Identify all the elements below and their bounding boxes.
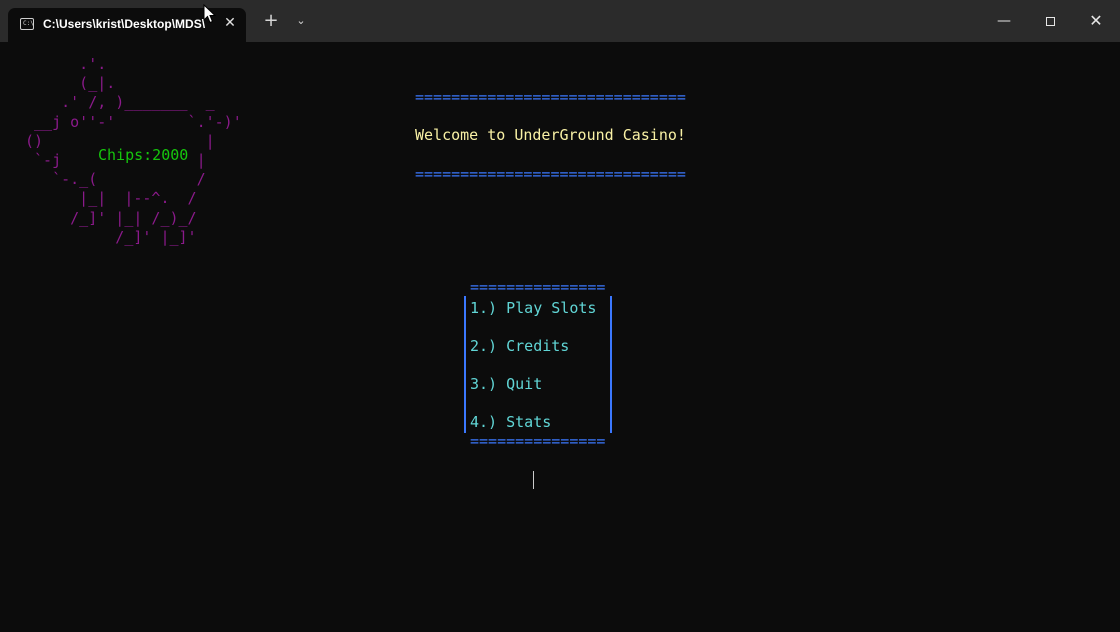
welcome-message: Welcome to UnderGround Casino!	[415, 126, 686, 144]
text-cursor[interactable]	[533, 471, 534, 489]
menu-border-left	[464, 296, 466, 433]
menu-rule-bottom: ===============	[470, 436, 606, 446]
maximize-icon	[1045, 17, 1055, 26]
menu-item-credits: 2.) Credits	[470, 337, 570, 355]
close-icon[interactable]: ✕	[222, 15, 238, 31]
minimize-button[interactable]: —	[992, 10, 1016, 32]
menu-item-play-slots: 1.) Play Slots	[470, 299, 597, 317]
menu-item-stats: 4.) Stats	[470, 413, 552, 431]
menu-border-right	[610, 296, 612, 433]
close-window-button[interactable]: ✕	[1084, 10, 1108, 32]
chevron-down-icon[interactable]: ⌄	[293, 13, 309, 29]
new-tab-button[interactable]: +	[262, 12, 280, 30]
tab-title: C:\Users\krist\Desktop\MDS\	[43, 17, 206, 31]
menu-rule-top: ===============	[470, 282, 606, 292]
mouse-pointer-icon	[203, 4, 217, 24]
maximize-button[interactable]	[1038, 10, 1062, 32]
chips-counter: Chips:2000	[98, 146, 189, 164]
menu-item-quit: 3.) Quit	[470, 375, 543, 393]
terminal-icon: C:\	[20, 18, 34, 30]
banner-rule-top: ==============================	[415, 92, 686, 102]
terminal-icon-text: C:\	[23, 20, 34, 27]
title-bar: C:\ C:\Users\krist\Desktop\MDS\ ✕ + ⌄ — …	[0, 0, 1120, 42]
banner-rule-bottom: ==============================	[415, 169, 686, 179]
